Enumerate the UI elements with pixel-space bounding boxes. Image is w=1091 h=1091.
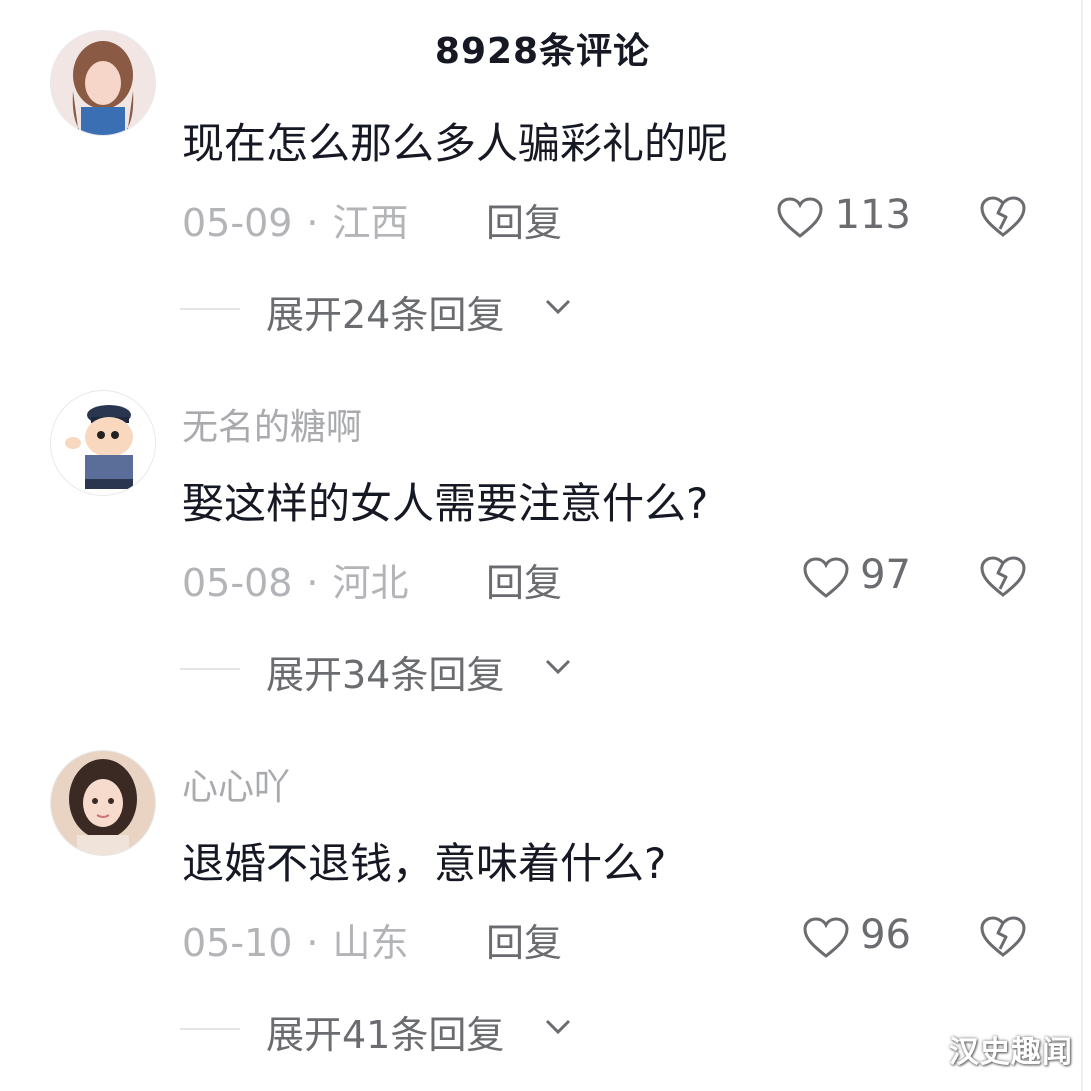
broken-heart-icon (980, 916, 1026, 957)
reply-button[interactable]: 回复 (486, 552, 562, 607)
broken-heart-icon (980, 196, 1026, 237)
comment-item: 无名的糖啊 娶这样的女人需要注意什么? 05-08 · 河北 回复 97 展开34条… (0, 360, 1080, 710)
comment-location: 江西 (332, 201, 409, 245)
dislike-button[interactable] (978, 913, 1028, 963)
avatar[interactable] (50, 750, 156, 856)
comment-date: 05-09 (182, 201, 293, 245)
expand-replies-button[interactable]: 展开41条回复 (266, 1004, 571, 1059)
heart-outline-icon (777, 197, 823, 238)
comment-meta: 05-10 · 山东 (182, 912, 409, 967)
heart-outline-icon (803, 557, 849, 598)
comment-item: 现在怎么那么多人骗彩礼的呢 05-09 · 江西 回复 113 展开24条回复 (0, 0, 1080, 350)
comment-item: 心心吖 退婚不退钱，意味着什么? 05-10 · 山东 回复 96 展开41条回复 (0, 720, 1080, 1070)
comment-meta: 05-08 · 河北 (182, 552, 409, 607)
expand-replies-button[interactable]: 展开34条回复 (266, 644, 571, 699)
expand-divider (180, 308, 240, 310)
comment-text: 退婚不退钱，意味着什么? (182, 839, 667, 888)
expand-divider (180, 668, 240, 670)
comment-text: 现在怎么那么多人骗彩礼的呢 (182, 119, 729, 168)
chevron-down-icon (545, 299, 571, 315)
comment-meta: 05-09 · 江西 (182, 192, 409, 247)
expand-divider (180, 1028, 240, 1030)
like-button[interactable]: 96 (776, 912, 911, 962)
like-button[interactable]: 97 (776, 552, 911, 602)
expand-replies-label: 展开34条回复 (266, 653, 505, 697)
dislike-button[interactable] (978, 553, 1028, 603)
expand-replies-label: 展开41条回复 (266, 1013, 505, 1057)
comment-date: 05-08 (182, 561, 293, 605)
like-count: 96 (860, 912, 911, 958)
like-count: 113 (834, 192, 911, 238)
like-count: 97 (860, 552, 911, 598)
reply-button[interactable]: 回复 (486, 912, 562, 967)
chevron-down-icon (545, 1019, 571, 1035)
comment-location: 河北 (332, 561, 409, 605)
broken-heart-icon (980, 556, 1026, 597)
watermark: 汉史趣闻 (949, 1035, 1073, 1070)
scrollbar-track (1081, 0, 1083, 1091)
like-button[interactable]: 113 (776, 192, 911, 242)
avatar[interactable] (50, 30, 156, 136)
reply-button[interactable]: 回复 (486, 192, 562, 247)
chevron-down-icon (545, 659, 571, 675)
comment-date: 05-10 (182, 921, 293, 965)
meta-separator: · (306, 561, 319, 605)
comment-text: 娶这样的女人需要注意什么? (182, 479, 709, 528)
meta-separator: · (306, 921, 319, 965)
comment-username[interactable]: 心心吖 (182, 758, 290, 810)
comment-username[interactable]: 无名的糖啊 (182, 398, 362, 450)
expand-replies-label: 展开24条回复 (266, 293, 505, 337)
avatar[interactable] (50, 390, 156, 496)
dislike-button[interactable] (978, 193, 1028, 243)
expand-replies-button[interactable]: 展开24条回复 (266, 284, 571, 339)
heart-outline-icon (803, 917, 849, 958)
meta-separator: · (306, 201, 319, 245)
comment-location: 山东 (332, 921, 409, 965)
